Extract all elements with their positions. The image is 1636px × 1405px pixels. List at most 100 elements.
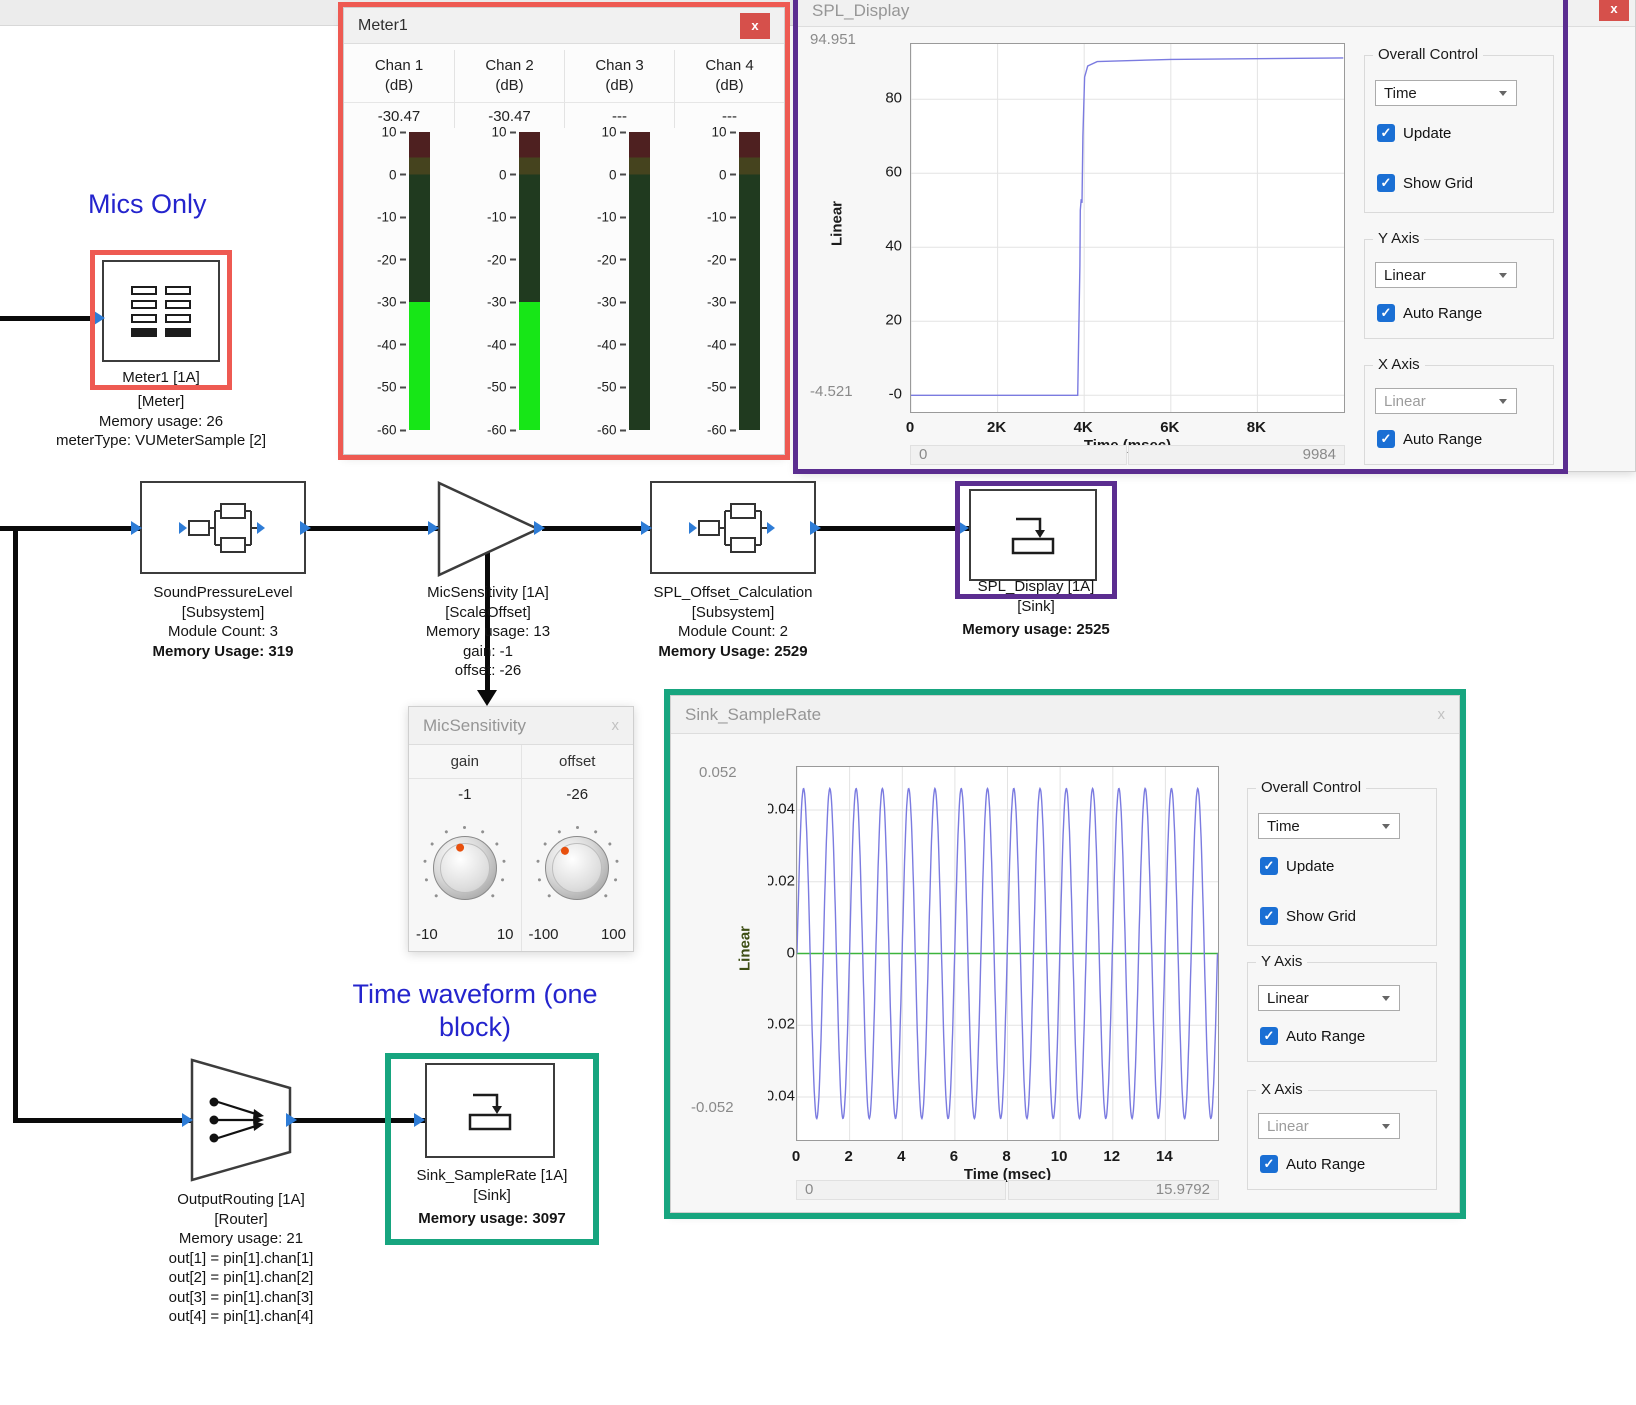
y-auto-range-checkbox[interactable]: ✓ Auto Range bbox=[1260, 1027, 1365, 1045]
block-sink-samplerate[interactable] bbox=[425, 1063, 555, 1158]
y-max-readout: 94.951 bbox=[810, 31, 856, 48]
show-grid-checkbox[interactable]: ✓ Show Grid bbox=[1377, 174, 1473, 192]
window-title: MicSensitivity bbox=[423, 716, 526, 736]
block-type: [Subsystem] bbox=[103, 603, 343, 623]
block-outputrouting[interactable] bbox=[190, 1058, 292, 1182]
param-range: -10 10 bbox=[409, 926, 521, 951]
channel-name: Chan 3 bbox=[565, 56, 674, 76]
meter-bar bbox=[409, 132, 430, 430]
checkbox-checked-icon: ✓ bbox=[1260, 907, 1278, 925]
meter-bar bbox=[629, 132, 650, 430]
block-memory: Memory Usage: 319 bbox=[103, 642, 343, 662]
y-axis-dropdown[interactable]: Linear bbox=[1258, 985, 1400, 1011]
block-soundpressurelevel-info: SoundPressureLevel [Subsystem] Module Co… bbox=[103, 583, 343, 661]
group-label: X Axis bbox=[1373, 356, 1425, 373]
wire-offset-to-display bbox=[817, 526, 969, 531]
block-soundpressurelevel[interactable] bbox=[140, 481, 306, 574]
block-meter1-name: Meter1 [1A] bbox=[61, 368, 261, 388]
checkbox-label: Auto Range bbox=[1286, 1156, 1365, 1173]
port-sink-in bbox=[414, 1113, 425, 1127]
sink-scope-body: 0.052 -0.052 Linear 0.040.0200.020.04 02… bbox=[671, 734, 1459, 1212]
micsensitivity-titlebar[interactable]: MicSensitivity x bbox=[409, 707, 633, 745]
overall-control-dropdown[interactable]: Time bbox=[1375, 80, 1517, 106]
gain-knob[interactable] bbox=[423, 826, 507, 910]
channel-header: Chan 3 (dB) bbox=[564, 50, 674, 103]
block-name: SoundPressureLevel bbox=[103, 583, 343, 603]
block-type: [Subsystem] bbox=[613, 603, 853, 623]
offset-knob[interactable] bbox=[535, 826, 619, 910]
block-module-count: Module Count: 2 bbox=[613, 622, 853, 642]
spl-control-panel: Overall Control Time ✓ Update ✓ Show Gri… bbox=[1358, 27, 1560, 471]
group-label: Overall Control bbox=[1256, 779, 1366, 796]
block-micsensitivity[interactable] bbox=[437, 481, 541, 577]
meter-channel-2: Chan 2 (dB) -30.47 100-10-20-30-40-50-60 bbox=[454, 50, 564, 454]
block-metertype: meterType: VUMeterSample [2] bbox=[31, 431, 291, 451]
close-button[interactable]: x bbox=[1438, 706, 1446, 723]
port-display-in bbox=[958, 521, 969, 535]
wire-vertical-bus bbox=[13, 526, 18, 1123]
update-checkbox[interactable]: ✓ Update bbox=[1260, 857, 1334, 875]
channel-name: Chan 1 bbox=[344, 56, 454, 76]
x-axis-group: X Axis Linear ✓ Auto Range bbox=[1247, 1090, 1437, 1190]
spl-plot-area bbox=[910, 43, 1345, 413]
update-checkbox[interactable]: ✓ Update bbox=[1377, 124, 1451, 142]
annotation-arrow-head-icon bbox=[477, 690, 497, 706]
checkbox-label: Show Grid bbox=[1286, 908, 1356, 925]
overall-control-dropdown[interactable]: Time bbox=[1258, 813, 1400, 839]
y-auto-range-checkbox[interactable]: ✓ Auto Range bbox=[1377, 304, 1482, 322]
meter-bar bbox=[519, 132, 540, 430]
knob-face bbox=[433, 836, 497, 900]
x-auto-range-checkbox[interactable]: ✓ Auto Range bbox=[1377, 430, 1482, 448]
checkbox-label: Auto Range bbox=[1403, 305, 1482, 322]
block-type: [Meter] bbox=[31, 392, 291, 412]
meter-channel-columns: Chan 1 (dB) -30.47 100-10-20-30-40-50-60… bbox=[344, 44, 784, 454]
y-max-readout: 0.052 bbox=[699, 764, 737, 781]
channel-name: Chan 4 bbox=[675, 56, 784, 76]
wire-routing-to-sink bbox=[292, 1118, 427, 1123]
channel-unit: (dB) bbox=[675, 76, 784, 96]
block-type: [Sink] bbox=[936, 597, 1136, 617]
wire-to-outputrouting bbox=[13, 1118, 193, 1123]
x-range-max: 9984 bbox=[1128, 445, 1345, 465]
show-grid-checkbox[interactable]: ✓ Show Grid bbox=[1260, 907, 1356, 925]
close-button[interactable]: x bbox=[740, 13, 770, 39]
channel-unit: (dB) bbox=[565, 76, 674, 96]
x-axis-dropdown[interactable]: Linear bbox=[1258, 1113, 1400, 1139]
block-module-count: Module Count: 3 bbox=[103, 622, 343, 642]
port-micsensitivity-in bbox=[428, 521, 439, 535]
window-title: Sink_SampleRate bbox=[685, 705, 821, 725]
spl-display-titlebar[interactable]: SPL_Display x bbox=[798, 0, 1635, 27]
meter1-titlebar[interactable]: Meter1 x bbox=[344, 8, 784, 44]
checkbox-label: Show Grid bbox=[1403, 175, 1473, 192]
param-min: -100 bbox=[529, 926, 559, 943]
chevron-down-icon bbox=[1382, 996, 1390, 1001]
block-meter1[interactable] bbox=[102, 260, 220, 362]
subsystem-icon bbox=[175, 499, 271, 557]
block-type: [Router] bbox=[116, 1210, 366, 1230]
knob-panel: gain -1 -10 10 offset -26 bbox=[409, 745, 633, 951]
chevron-down-icon bbox=[1382, 824, 1390, 829]
time-waveform-label: Time waveform (one block) bbox=[330, 978, 620, 1044]
sink-samplerate-window: Sink_SampleRate x 0.052 -0.052 Linear 0.… bbox=[670, 695, 1460, 1213]
close-button[interactable]: x bbox=[1599, 0, 1629, 21]
y-axis-dropdown[interactable]: Linear bbox=[1375, 262, 1517, 288]
sink-samplerate-titlebar[interactable]: Sink_SampleRate x bbox=[671, 696, 1459, 734]
x-axis-dropdown[interactable]: Linear bbox=[1375, 388, 1517, 414]
channel-header: Chan 1 (dB) bbox=[344, 50, 454, 103]
block-spl-offset-calculation[interactable] bbox=[650, 481, 816, 574]
dropdown-value: Linear bbox=[1259, 990, 1382, 1007]
mics-only-label: Mics Only bbox=[88, 188, 207, 221]
port-spl-out bbox=[300, 521, 311, 535]
meter-level-fill bbox=[409, 302, 430, 430]
dropdown-value: Linear bbox=[1376, 267, 1499, 284]
port-spl-in bbox=[131, 521, 142, 535]
block-sink-samplerate-info: Sink_SampleRate [1A] [Sink] Memory usage… bbox=[392, 1166, 592, 1229]
checkbox-label: Auto Range bbox=[1403, 431, 1482, 448]
y-axis-title: Linear bbox=[737, 911, 754, 987]
close-button[interactable]: x bbox=[612, 717, 620, 734]
x-auto-range-checkbox[interactable]: ✓ Auto Range bbox=[1260, 1155, 1365, 1173]
group-label: Y Axis bbox=[1256, 953, 1307, 970]
block-name: Sink_SampleRate [1A] bbox=[392, 1166, 592, 1186]
block-spl-display[interactable] bbox=[969, 489, 1097, 581]
subsystem-icon bbox=[685, 499, 781, 557]
